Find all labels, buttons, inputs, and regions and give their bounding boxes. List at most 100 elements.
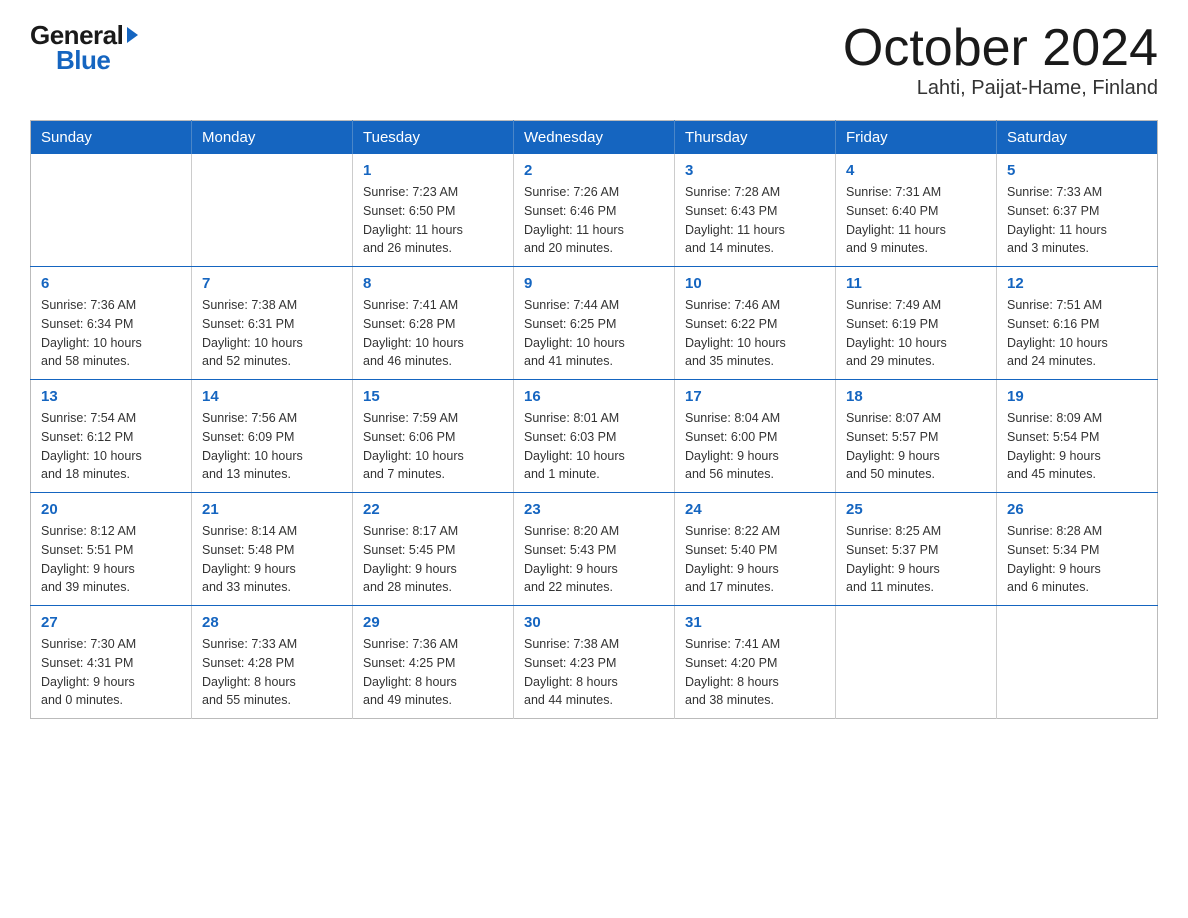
calendar-cell: 7Sunrise: 7:38 AMSunset: 6:31 PMDaylight… [192, 267, 353, 380]
calendar-cell: 3 Sunrise: 7:28 AMSunset: 6:43 PMDaylight… [675, 154, 836, 267]
day-number: 28 [202, 614, 342, 631]
logo: General Blue [30, 20, 138, 76]
calendar-week-row: 1Sunrise: 7:23 AMSunset: 6:50 PMDaylight… [31, 154, 1158, 267]
column-header-tuesday: Tuesday [353, 121, 514, 155]
calendar-cell: 20Sunrise: 8:12 AMSunset: 5:51 PMDayligh… [31, 493, 192, 606]
day-number: 9 [524, 275, 664, 292]
day-number: 24 [685, 501, 825, 518]
calendar-cell: 15 Sunrise: 7:59 AMSunset: 6:06 PMDayligh… [353, 380, 514, 493]
day-info: Sunrise: 7:49 AMSunset: 6:19 PMDaylight:… [846, 296, 986, 371]
day-number: 8 [363, 275, 503, 292]
day-number: 18 [846, 388, 986, 405]
day-info: Sunrise: 7:56 AMSunset: 6:09 PMDaylight:… [202, 409, 342, 484]
day-info: Sunrise: 8:25 AMSunset: 5:37 PMDaylight:… [846, 522, 986, 597]
day-number: 31 [685, 614, 825, 631]
day-info: Sunrise: 7:33 AMSunset: 4:28 PMDaylight:… [202, 635, 342, 710]
day-info: Sunrise: 7:54 AMSunset: 6:12 PMDaylight:… [41, 409, 181, 484]
day-info: Sunrise: 7:23 AMSunset: 6:50 PMDaylight:… [363, 183, 503, 258]
calendar-table: SundayMondayTuesdayWednesdayThursdayFrid… [30, 120, 1158, 719]
day-info: Sunrise: 7:59 AMSunset: 6:06 PMDaylight:… [363, 409, 503, 484]
day-number: 13 [41, 388, 181, 405]
day-number: 2 [524, 162, 664, 179]
day-info: Sunrise: 8:12 AMSunset: 5:51 PMDaylight:… [41, 522, 181, 597]
calendar-cell: 17Sunrise: 8:04 AMSunset: 6:00 PMDayligh… [675, 380, 836, 493]
day-info: Sunrise: 7:46 AMSunset: 6:22 PMDaylight:… [685, 296, 825, 371]
calendar-week-row: 6 Sunrise: 7:36 AMSunset: 6:34 PMDaylight… [31, 267, 1158, 380]
day-number: 4 [846, 162, 986, 179]
day-number: 16 [524, 388, 664, 405]
calendar-cell: 12 Sunrise: 7:51 AMSunset: 6:16 PMDayligh… [997, 267, 1158, 380]
column-header-wednesday: Wednesday [514, 121, 675, 155]
day-number: 5 [1007, 162, 1147, 179]
calendar-cell: 4Sunrise: 7:31 AMSunset: 6:40 PMDaylight… [836, 154, 997, 267]
day-number: 26 [1007, 501, 1147, 518]
day-info: Sunrise: 8:09 AMSunset: 5:54 PMDaylight:… [1007, 409, 1147, 484]
calendar-week-row: 20Sunrise: 8:12 AMSunset: 5:51 PMDayligh… [31, 493, 1158, 606]
calendar-cell: 24 Sunrise: 8:22 AMSunset: 5:40 PMDayligh… [675, 493, 836, 606]
day-number: 22 [363, 501, 503, 518]
day-info: Sunrise: 8:14 AMSunset: 5:48 PMDaylight:… [202, 522, 342, 597]
day-number: 30 [524, 614, 664, 631]
day-info: Sunrise: 7:33 AMSunset: 6:37 PMDaylight:… [1007, 183, 1147, 258]
day-info: Sunrise: 8:07 AMSunset: 5:57 PMDaylight:… [846, 409, 986, 484]
logo-blue-text: Blue [42, 45, 110, 76]
day-number: 3 [685, 162, 825, 179]
calendar-cell: 21Sunrise: 8:14 AMSunset: 5:48 PMDayligh… [192, 493, 353, 606]
day-info: Sunrise: 8:28 AMSunset: 5:34 PMDaylight:… [1007, 522, 1147, 597]
calendar-week-row: 27Sunrise: 7:30 AMSunset: 4:31 PMDayligh… [31, 606, 1158, 719]
day-info: Sunrise: 8:20 AMSunset: 5:43 PMDaylight:… [524, 522, 664, 597]
calendar-cell: 11 Sunrise: 7:49 AMSunset: 6:19 PMDayligh… [836, 267, 997, 380]
day-info: Sunrise: 7:36 AMSunset: 4:25 PMDaylight:… [363, 635, 503, 710]
day-info: Sunrise: 8:22 AMSunset: 5:40 PMDaylight:… [685, 522, 825, 597]
day-info: Sunrise: 7:26 AMSunset: 6:46 PMDaylight:… [524, 183, 664, 258]
day-number: 23 [524, 501, 664, 518]
calendar-cell [997, 606, 1158, 719]
calendar-cell [31, 154, 192, 267]
calendar-cell: 14 Sunrise: 7:56 AMSunset: 6:09 PMDayligh… [192, 380, 353, 493]
calendar-cell: 1Sunrise: 7:23 AMSunset: 6:50 PMDaylight… [353, 154, 514, 267]
calendar-cell: 9Sunrise: 7:44 AMSunset: 6:25 PMDaylight… [514, 267, 675, 380]
calendar-cell [836, 606, 997, 719]
day-number: 15 [363, 388, 503, 405]
calendar-cell: 23 Sunrise: 8:20 AMSunset: 5:43 PMDayligh… [514, 493, 675, 606]
day-info: Sunrise: 7:41 AMSunset: 6:28 PMDaylight:… [363, 296, 503, 371]
page-subtitle: Lahti, Paijat-Hame, Finland [843, 77, 1158, 100]
day-info: Sunrise: 8:01 AMSunset: 6:03 PMDaylight:… [524, 409, 664, 484]
day-number: 29 [363, 614, 503, 631]
day-number: 25 [846, 501, 986, 518]
day-number: 19 [1007, 388, 1147, 405]
column-header-sunday: Sunday [31, 121, 192, 155]
calendar-cell: 25 Sunrise: 8:25 AMSunset: 5:37 PMDayligh… [836, 493, 997, 606]
calendar-cell: 10 Sunrise: 7:46 AMSunset: 6:22 PMDayligh… [675, 267, 836, 380]
column-header-thursday: Thursday [675, 121, 836, 155]
column-header-saturday: Saturday [997, 121, 1158, 155]
calendar-cell [192, 154, 353, 267]
day-number: 10 [685, 275, 825, 292]
day-info: Sunrise: 7:36 AMSunset: 6:34 PMDaylight:… [41, 296, 181, 371]
calendar-cell: 27Sunrise: 7:30 AMSunset: 4:31 PMDayligh… [31, 606, 192, 719]
day-info: Sunrise: 8:04 AMSunset: 6:00 PMDaylight:… [685, 409, 825, 484]
day-info: Sunrise: 7:38 AMSunset: 6:31 PMDaylight:… [202, 296, 342, 371]
title-block: October 2024 Lahti, Paijat-Hame, Finland [843, 20, 1158, 100]
calendar-cell: 13 Sunrise: 7:54 AMSunset: 6:12 PMDayligh… [31, 380, 192, 493]
column-header-monday: Monday [192, 121, 353, 155]
day-number: 6 [41, 275, 181, 292]
page-header: General Blue October 2024 Lahti, Paijat-… [30, 20, 1158, 100]
calendar-cell: 31Sunrise: 7:41 AMSunset: 4:20 PMDayligh… [675, 606, 836, 719]
day-info: Sunrise: 8:17 AMSunset: 5:45 PMDaylight:… [363, 522, 503, 597]
day-number: 14 [202, 388, 342, 405]
page-title: October 2024 [843, 20, 1158, 77]
day-number: 12 [1007, 275, 1147, 292]
calendar-cell: 2 Sunrise: 7:26 AMSunset: 6:46 PMDaylight… [514, 154, 675, 267]
calendar-week-row: 13 Sunrise: 7:54 AMSunset: 6:12 PMDayligh… [31, 380, 1158, 493]
calendar-cell: 26 Sunrise: 8:28 AMSunset: 5:34 PMDayligh… [997, 493, 1158, 606]
calendar-cell: 5 Sunrise: 7:33 AMSunset: 6:37 PMDaylight… [997, 154, 1158, 267]
calendar-cell: 19 Sunrise: 8:09 AMSunset: 5:54 PMDayligh… [997, 380, 1158, 493]
day-info: Sunrise: 7:51 AMSunset: 6:16 PMDaylight:… [1007, 296, 1147, 371]
calendar-cell: 22 Sunrise: 8:17 AMSunset: 5:45 PMDayligh… [353, 493, 514, 606]
calendar-cell: 6 Sunrise: 7:36 AMSunset: 6:34 PMDaylight… [31, 267, 192, 380]
calendar-cell: 30Sunrise: 7:38 AMSunset: 4:23 PMDayligh… [514, 606, 675, 719]
day-number: 11 [846, 275, 986, 292]
calendar-cell: 8 Sunrise: 7:41 AMSunset: 6:28 PMDaylight… [353, 267, 514, 380]
day-info: Sunrise: 7:28 AMSunset: 6:43 PMDaylight:… [685, 183, 825, 258]
